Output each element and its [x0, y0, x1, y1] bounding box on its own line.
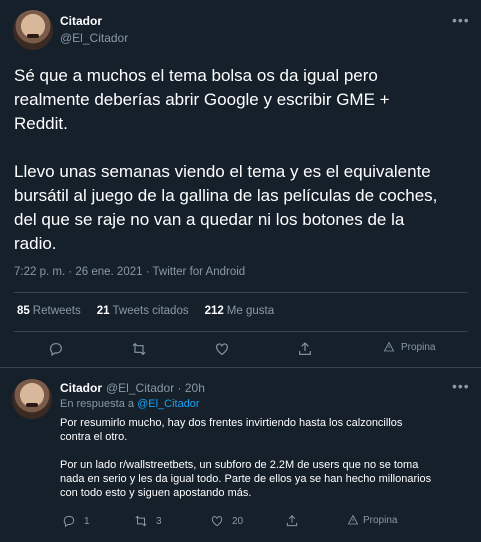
share-icon	[286, 515, 298, 527]
tweet-timestamp[interactable]: 7:22 p. m. · 26 ene. 2021 · Twitter for …	[14, 266, 245, 278]
avatar[interactable]	[13, 10, 53, 50]
tip-button[interactable]: Propina	[347, 514, 397, 526]
retweet-icon	[132, 342, 146, 356]
more-icon[interactable]: •••	[452, 378, 470, 394]
tip-label: Propina	[401, 341, 436, 353]
tip-icon	[347, 514, 359, 525]
avatar[interactable]	[12, 379, 52, 419]
divider	[14, 331, 468, 332]
tip-label: Propina	[363, 514, 398, 526]
reply-to-link[interactable]: @El_Citador	[137, 398, 200, 410]
tip-button[interactable]: Propina	[383, 341, 435, 353]
share-button[interactable]	[297, 341, 313, 357]
author-name[interactable]: Citador	[60, 381, 102, 395]
author-handle-time[interactable]: @El_Citador · 20h	[106, 381, 205, 395]
divider	[14, 292, 468, 293]
share-icon	[299, 342, 311, 355]
reply-button[interactable]	[48, 341, 64, 357]
share-button[interactable]	[285, 514, 299, 528]
author-handle[interactable]: @El_Citador	[60, 31, 128, 45]
retweet-button[interactable]: 3	[134, 514, 162, 528]
like-button[interactable]: 20	[210, 514, 243, 528]
reply-count: 1	[84, 515, 90, 527]
retweet-icon	[135, 515, 147, 527]
reply-button[interactable]: 1	[62, 514, 90, 528]
quotes-stat[interactable]: 21 Tweets citados	[97, 305, 189, 317]
reply-tweet[interactable]: Citador @El_Citador · 20h ••• En respues…	[0, 369, 481, 542]
reply-prefix: En respuesta a	[60, 398, 134, 410]
more-icon[interactable]: •••	[452, 12, 470, 28]
heart-icon	[216, 343, 228, 356]
like-count: 20	[232, 515, 244, 527]
tip-icon	[383, 341, 395, 352]
retweet-button[interactable]	[131, 341, 147, 357]
reply-icon	[63, 515, 75, 528]
tweet-stats: 85 Retweets 21 Tweets citados 212 Me gusta	[17, 305, 274, 317]
retweet-count: 3	[156, 515, 162, 527]
retweets-stat[interactable]: 85 Retweets	[17, 305, 81, 317]
heart-icon	[211, 516, 223, 527]
tweet-text: Por resumirlo mucho, hay dos frentes inv…	[60, 417, 432, 499]
main-tweet: Citador @El_Citador ••• Sé que a muchos …	[0, 0, 481, 368]
reply-context: En respuesta a @El_Citador	[60, 398, 200, 410]
likes-stat[interactable]: 212 Me gusta	[205, 305, 275, 317]
reply-icon	[50, 343, 62, 357]
like-button[interactable]	[214, 341, 230, 357]
tweet-text: Sé que a muchos el tema bolsa os da igua…	[14, 66, 438, 253]
author-name[interactable]: Citador	[60, 14, 102, 28]
